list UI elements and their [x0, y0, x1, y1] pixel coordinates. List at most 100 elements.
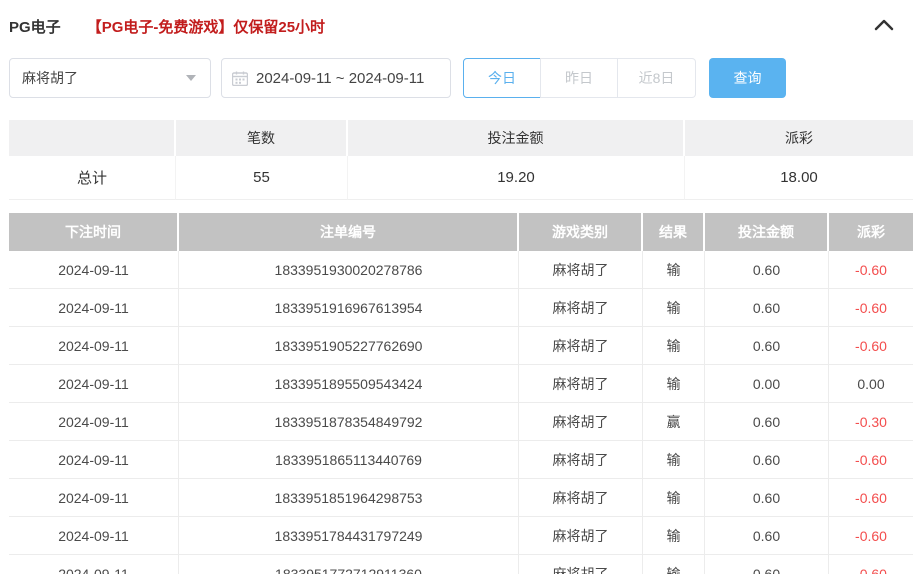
records-table: 下注时间 注单编号 游戏类别 结果 投注金额 派彩 2024-09-11 183…	[9, 213, 913, 574]
cell-payout: -0.60	[829, 251, 913, 289]
cell-payout: -0.60	[829, 289, 913, 327]
game-select[interactable]: 麻将胡了	[9, 58, 211, 98]
summary-total-label: 总计	[9, 156, 176, 200]
cell-date: 2024-09-11	[9, 327, 179, 365]
cell-game: 麻将胡了	[519, 327, 643, 365]
cell-game: 麻将胡了	[519, 403, 643, 441]
cell-amount: 0.60	[705, 517, 829, 555]
page: PG电子 【PG电子-免费游戏】仅保留25小时 麻将胡了 2024-09-11 …	[0, 0, 922, 574]
summary-col-blank	[9, 120, 176, 156]
cell-date: 2024-09-11	[9, 555, 179, 574]
cell-game: 麻将胡了	[519, 441, 643, 479]
collapse-button[interactable]	[871, 14, 897, 38]
col-result: 结果	[643, 213, 705, 251]
notice-text: 【PG电子-免费游戏】仅保留25小时	[86, 18, 326, 36]
table-row: 2024-09-11 1833951930020278786 麻将胡了 输 0.…	[9, 251, 913, 289]
cell-bet-id: 1833951905227762690	[179, 327, 519, 365]
cell-result: 输	[643, 555, 705, 574]
cell-game: 麻将胡了	[519, 479, 643, 517]
summary-col-payout: 派彩	[685, 120, 913, 156]
cell-amount: 0.60	[705, 555, 829, 574]
cell-bet-id: 1833951878354849792	[179, 403, 519, 441]
cell-result: 输	[643, 441, 705, 479]
cell-date: 2024-09-11	[9, 517, 179, 555]
table-row: 2024-09-11 1833951905227762690 麻将胡了 输 0.…	[9, 327, 913, 365]
cell-date: 2024-09-11	[9, 251, 179, 289]
cell-result: 输	[643, 365, 705, 403]
date-range-input[interactable]: 2024-09-11 ~ 2024-09-11	[221, 58, 451, 98]
table-row: 2024-09-11 1833951865113440769 麻将胡了 输 0.…	[9, 441, 913, 479]
cell-amount: 0.60	[705, 479, 829, 517]
summary-col-count: 笔数	[176, 120, 348, 156]
cell-bet-id: 1833951851964298753	[179, 479, 519, 517]
table-row: 2024-09-11 1833951772712911360 麻将胡了 输 0.…	[9, 555, 913, 574]
cell-date: 2024-09-11	[9, 365, 179, 403]
cell-payout: -0.60	[829, 479, 913, 517]
cell-payout: -0.60	[829, 327, 913, 365]
cell-result: 输	[643, 517, 705, 555]
table-row: 2024-09-11 1833951851964298753 麻将胡了 输 0.…	[9, 479, 913, 517]
cell-amount: 0.60	[705, 441, 829, 479]
cell-bet-id: 1833951784431797249	[179, 517, 519, 555]
cell-game: 麻将胡了	[519, 365, 643, 403]
last-8-days-button[interactable]: 近8日	[618, 58, 696, 98]
table-row: 2024-09-11 1833951916967613954 麻将胡了 输 0.…	[9, 289, 913, 327]
table-row: 2024-09-11 1833951878354849792 麻将胡了 赢 0.…	[9, 403, 913, 441]
summary-total-row: 总计 55 19.20 18.00	[9, 156, 913, 200]
cell-bet-id: 1833951865113440769	[179, 441, 519, 479]
cell-result: 输	[643, 251, 705, 289]
col-bet-amount: 投注金额	[705, 213, 829, 251]
cell-result: 赢	[643, 403, 705, 441]
col-payout: 派彩	[829, 213, 913, 251]
query-button[interactable]: 查询	[709, 58, 786, 98]
cell-game: 麻将胡了	[519, 555, 643, 574]
summary-total-count: 55	[176, 156, 348, 200]
summary-header-row: 笔数 投注金额 派彩	[9, 120, 913, 156]
cell-amount: 0.60	[705, 289, 829, 327]
date-range-value: 2024-09-11 ~ 2024-09-11	[256, 69, 425, 87]
game-select-value: 麻将胡了	[22, 70, 78, 86]
cell-amount: 0.60	[705, 327, 829, 365]
records-header-row: 下注时间 注单编号 游戏类别 结果 投注金额 派彩	[9, 213, 913, 251]
today-button[interactable]: 今日	[463, 58, 541, 98]
cell-bet-id: 1833951895509543424	[179, 365, 519, 403]
cell-game: 麻将胡了	[519, 289, 643, 327]
table-row: 2024-09-11 1833951895509543424 麻将胡了 输 0.…	[9, 365, 913, 403]
page-title: PG电子	[9, 18, 61, 36]
cell-game: 麻将胡了	[519, 517, 643, 555]
cell-payout: -0.30	[829, 403, 913, 441]
col-bet-id: 注单编号	[179, 213, 519, 251]
table-row: 2024-09-11 1833951784431797249 麻将胡了 输 0.…	[9, 517, 913, 555]
cell-bet-id: 1833951916967613954	[179, 289, 519, 327]
cell-amount: 0.60	[705, 403, 829, 441]
cell-bet-id: 1833951772712911360	[179, 555, 519, 574]
yesterday-button[interactable]: 昨日	[540, 58, 618, 98]
quick-date-group: 今日 昨日 近8日	[463, 58, 696, 98]
cell-result: 输	[643, 479, 705, 517]
col-bet-time: 下注时间	[9, 213, 179, 251]
chevron-up-icon	[874, 19, 894, 34]
cell-payout: 0.00	[829, 365, 913, 403]
cell-amount: 0.00	[705, 365, 829, 403]
cell-payout: -0.60	[829, 517, 913, 555]
cell-game: 麻将胡了	[519, 251, 643, 289]
cell-date: 2024-09-11	[9, 403, 179, 441]
cell-payout: -0.60	[829, 441, 913, 479]
cell-date: 2024-09-11	[9, 479, 179, 517]
summary-total-payout: 18.00	[685, 156, 913, 200]
cell-result: 输	[643, 327, 705, 365]
cell-date: 2024-09-11	[9, 289, 179, 327]
summary-table: 笔数 投注金额 派彩 总计 55 19.20 18.00	[9, 120, 913, 200]
chevron-down-icon	[186, 75, 196, 81]
cell-date: 2024-09-11	[9, 441, 179, 479]
cell-payout: -0.60	[829, 555, 913, 574]
cell-result: 输	[643, 289, 705, 327]
cell-bet-id: 1833951930020278786	[179, 251, 519, 289]
section-header: PG电子 【PG电子-免费游戏】仅保留25小时	[9, 14, 913, 38]
col-game-type: 游戏类别	[519, 213, 643, 251]
summary-col-bet-amount: 投注金额	[348, 120, 685, 156]
cell-amount: 0.60	[705, 251, 829, 289]
filter-bar: 麻将胡了 2024-09-11 ~ 2024-09-11 今日 昨日 近8日 查…	[9, 58, 913, 98]
summary-total-bet-amount: 19.20	[348, 156, 685, 200]
calendar-icon	[231, 71, 249, 86]
